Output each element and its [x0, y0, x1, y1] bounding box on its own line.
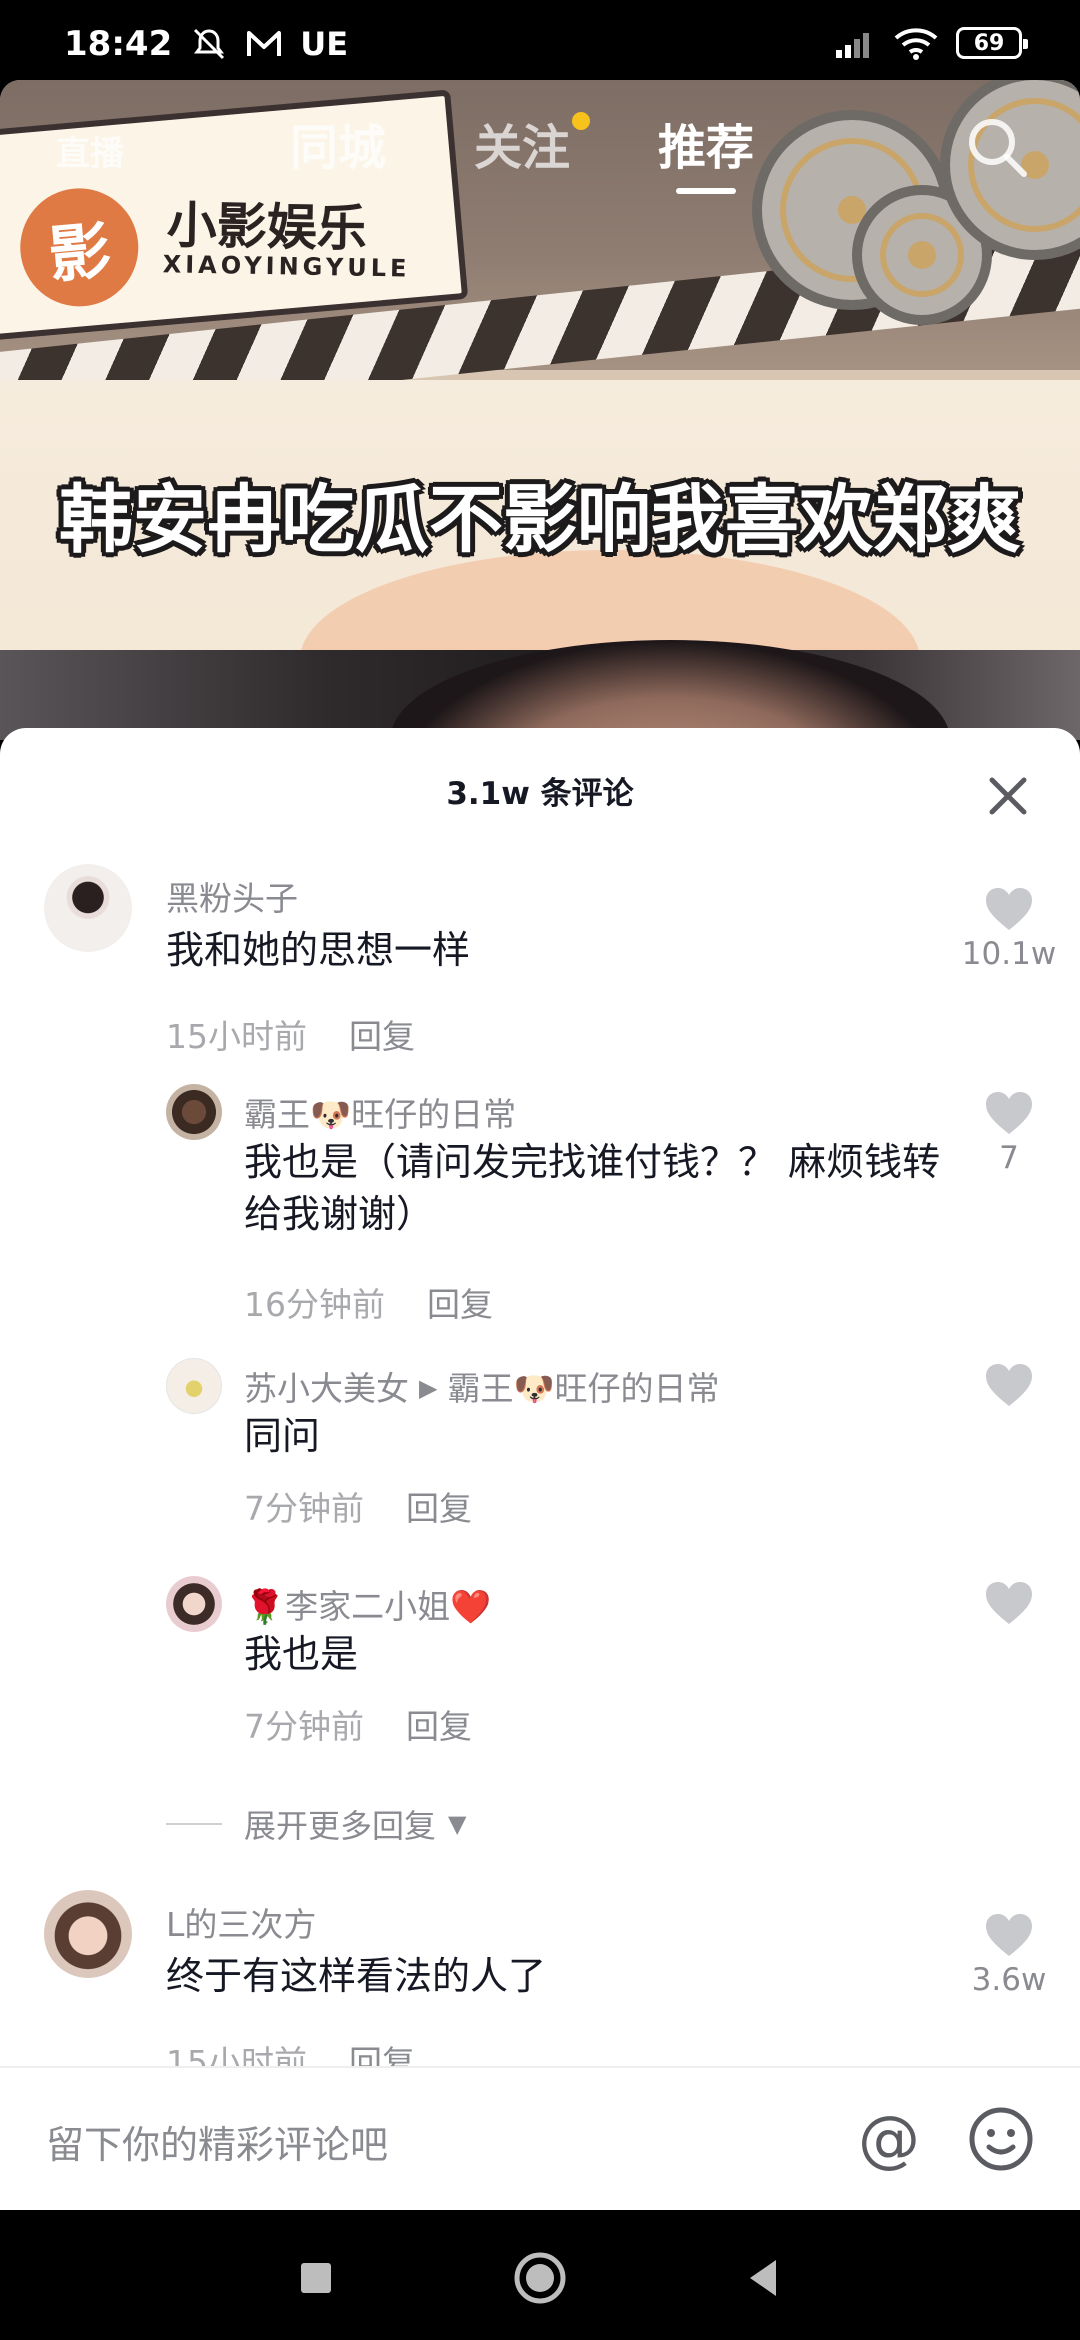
live-tab[interactable]: 直播: [56, 126, 124, 175]
nav-tabs: 同城 关注 推荐: [290, 108, 754, 194]
comment-input-bar[interactable]: 留下你的精彩评论吧 @: [0, 2066, 1080, 2210]
reply-to-username[interactable]: 霸王🐶旺仔的日常: [447, 1369, 719, 1408]
back-icon[interactable]: [736, 2250, 792, 2306]
comment-text[interactable]: 同问: [244, 1410, 964, 1462]
like-button[interactable]: 10.1w: [954, 886, 1064, 972]
reply-button[interactable]: 回复: [406, 1707, 472, 1746]
battery-icon: 69: [956, 27, 1028, 59]
like-button[interactable]: [954, 1580, 1064, 1626]
comment-username[interactable]: 霸王🐶旺仔的日常: [244, 1088, 516, 1136]
comment-time: 7分钟前: [244, 1707, 364, 1746]
like-count: 10.1w: [961, 936, 1057, 972]
comments-panel: 3.1w 条评论 黑粉头子 我和她的思想一样 15小时前 回复 10.1w 霸王🐶…: [0, 728, 1080, 2210]
reply-item[interactable]: 苏小大美女 ▶ 霸王🐶旺仔的日常 同问 7分钟前 回复: [0, 1358, 1080, 1558]
comment-username[interactable]: L的三次方: [166, 1898, 316, 1946]
tab-label: 同城: [290, 120, 387, 176]
expand-replies-label: 展开更多回复: [244, 1807, 437, 1845]
comment-meta: 15小时前 回复: [166, 1010, 415, 1058]
like-count: 3.6w: [971, 1962, 1047, 1998]
comment-username-row: 苏小大美女 ▶ 霸王🐶旺仔的日常: [244, 1362, 720, 1410]
video-caption: 韩安冉吃瓜不影响我喜欢郑爽: [59, 477, 1021, 563]
brand-pinyin: XIAOYINGYULE: [162, 250, 411, 283]
comment-text[interactable]: 我和她的思想一样: [166, 924, 926, 976]
comment-username[interactable]: 黑粉头子: [166, 872, 298, 920]
tab-nearby[interactable]: 同城: [290, 108, 386, 194]
comment-time: 7分钟前: [244, 1489, 364, 1528]
reply-button[interactable]: 回复: [427, 1285, 493, 1324]
avatar[interactable]: [166, 1576, 222, 1632]
expand-replies-button[interactable]: 展开更多回复 ▼: [166, 1801, 466, 1847]
emoji-icon[interactable]: [966, 2104, 1036, 2174]
caret-down-icon: ▼: [448, 1810, 467, 1838]
heart-icon: [986, 888, 1032, 930]
comment-meta: 16分钟前 回复: [244, 1278, 493, 1326]
mute-icon: [190, 25, 228, 63]
top-nav: 直播 同城 关注 推荐: [0, 80, 1080, 210]
reply-button[interactable]: 回复: [406, 1489, 472, 1528]
heart-icon: [986, 1914, 1032, 1956]
comment-text[interactable]: 我也是: [244, 1628, 964, 1680]
status-bar: 18:42 UE 69: [0, 0, 1080, 84]
system-nav-bar: [0, 2210, 1080, 2340]
new-content-dot: [572, 112, 591, 130]
like-button[interactable]: 3.6w: [954, 1912, 1064, 1998]
tab-following[interactable]: 关注: [474, 108, 591, 194]
reply-item[interactable]: 霸王🐶旺仔的日常 我也是（请问发完找谁付钱？？ 麻烦钱转给我谢谢） 16分钟前 回…: [0, 1084, 1080, 1334]
tab-label: 关注: [474, 120, 571, 176]
tab-label: 推荐: [658, 120, 755, 176]
like-button[interactable]: [954, 1362, 1064, 1408]
home-icon[interactable]: [512, 2250, 568, 2306]
battery-level: 69: [973, 30, 1005, 56]
comment-input[interactable]: 留下你的精彩评论吧: [46, 2114, 388, 2169]
wifi-icon: [894, 26, 938, 60]
like-count: 7: [999, 1140, 1019, 1176]
comment-username[interactable]: 🌹李家二小姐❤️: [244, 1580, 491, 1628]
avatar[interactable]: [166, 1358, 222, 1414]
signal-icon: [836, 28, 876, 58]
comment-text[interactable]: 我也是（请问发完找谁付钱？？ 麻烦钱转给我谢谢）: [244, 1136, 964, 1240]
heart-icon: [986, 1092, 1032, 1134]
reply-item[interactable]: 🌹李家二小姐❤️ 我也是 7分钟前 回复: [0, 1576, 1080, 1776]
avatar[interactable]: [166, 1084, 222, 1140]
reply-arrow-icon: ▶: [419, 1374, 438, 1402]
heart-icon: [986, 1582, 1032, 1624]
recents-icon[interactable]: [288, 2250, 344, 2306]
comment-username[interactable]: 苏小大美女: [244, 1369, 409, 1408]
comment-meta: 7分钟前 回复: [244, 1482, 472, 1530]
comment-time: 15小时前: [166, 1017, 307, 1056]
comment-text[interactable]: 终于有这样看法的人了: [166, 1950, 926, 2002]
at-mention-icon[interactable]: @: [854, 2104, 924, 2174]
tab-recommended[interactable]: 推荐: [658, 108, 754, 194]
like-button[interactable]: 7: [954, 1090, 1064, 1176]
status-right: 69: [836, 26, 1028, 60]
comment-meta: 7分钟前 回复: [244, 1700, 472, 1748]
avatar[interactable]: [44, 864, 132, 952]
carrier-label: UE: [300, 25, 349, 63]
status-left: 18:42 UE: [64, 24, 348, 64]
reply-button[interactable]: 回复: [349, 1017, 415, 1056]
close-icon[interactable]: [980, 768, 1036, 824]
mail-icon: [246, 29, 282, 59]
comment-item[interactable]: 黑粉头子 我和她的思想一样 15小时前 回复 10.1w: [0, 864, 1080, 1094]
comments-count-title: 3.1w 条评论: [446, 776, 634, 812]
status-time: 18:42: [64, 24, 173, 64]
comment-time: 16分钟前: [244, 1285, 385, 1324]
search-icon[interactable]: [962, 112, 1032, 182]
avatar[interactable]: [44, 1890, 132, 1978]
heart-icon: [986, 1364, 1032, 1406]
